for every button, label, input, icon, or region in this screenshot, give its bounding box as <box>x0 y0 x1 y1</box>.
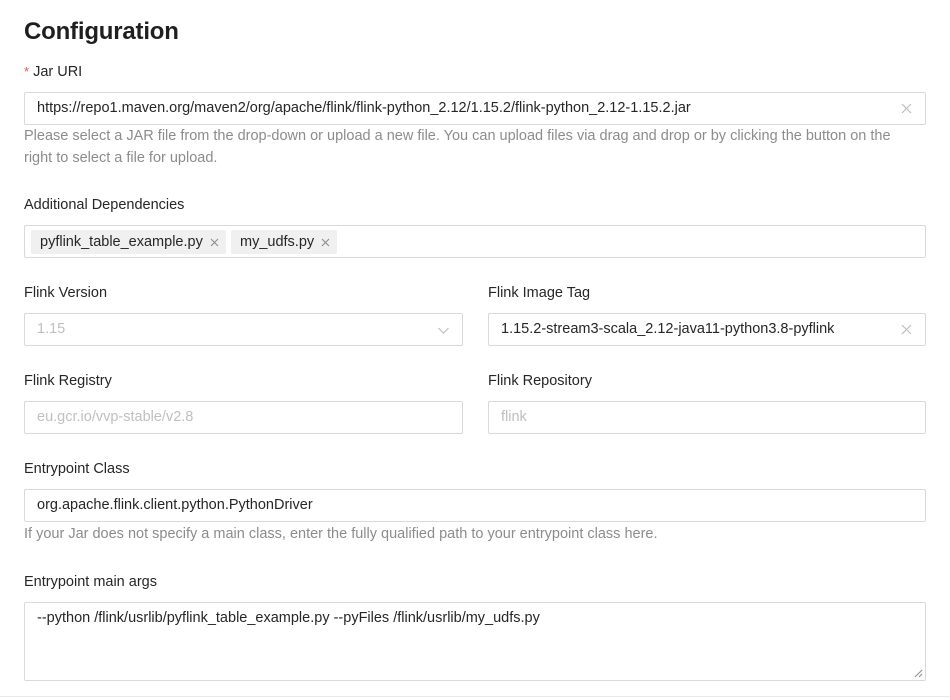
flink-registry-label: Flink Registry <box>24 373 112 389</box>
jar-uri-help: Please select a JAR file from the drop-d… <box>24 125 934 169</box>
jar-uri-select[interactable]: https://repo1.maven.org/maven2/org/apach… <box>24 92 926 125</box>
flink-image-tag-select[interactable]: 1.15.2-stream3-scala_2.12-java11-python3… <box>488 313 926 346</box>
entrypoint-class-input[interactable]: org.apache.flink.client.python.PythonDri… <box>24 489 926 522</box>
entrypoint-class-value: org.apache.flink.client.python.PythonDri… <box>37 497 313 513</box>
jar-uri-label-text: Jar URI <box>33 64 82 80</box>
close-icon[interactable] <box>900 102 913 115</box>
flink-version-value: 1.15 <box>37 321 65 337</box>
additional-dependencies-label: Additional Dependencies <box>24 197 184 213</box>
flink-repository-placeholder: flink <box>501 409 527 425</box>
entrypoint-main-args-textarea[interactable]: --python /flink/usrlib/pyflink_table_exa… <box>24 602 926 681</box>
page-title: Configuration <box>24 18 179 46</box>
jar-uri-value: https://repo1.maven.org/maven2/org/apach… <box>37 100 691 116</box>
additional-dependencies-select[interactable]: pyflink_table_example.py my_udfs.py <box>24 225 926 258</box>
flink-registry-input[interactable]: eu.gcr.io/vvp-stable/v2.8 <box>24 401 463 434</box>
jar-uri-help-line-2: right to select a file for upload. <box>24 147 934 169</box>
flink-repository-label: Flink Repository <box>488 373 592 389</box>
required-mark: * <box>24 64 29 79</box>
divider <box>0 696 950 697</box>
entrypoint-class-label: Entrypoint Class <box>24 461 130 477</box>
flink-image-tag-label: Flink Image Tag <box>488 285 590 301</box>
dependency-tag: pyflink_table_example.py <box>31 230 226 254</box>
flink-image-tag-value: 1.15.2-stream3-scala_2.12-java11-python3… <box>501 321 834 337</box>
dependency-tag: my_udfs.py <box>231 230 337 254</box>
jar-uri-label: * Jar URI <box>24 64 82 80</box>
flink-repository-input[interactable]: flink <box>488 401 926 434</box>
entrypoint-main-args-value: --python /flink/usrlib/pyflink_table_exa… <box>37 610 540 626</box>
jar-uri-help-line-1: Please select a JAR file from the drop-d… <box>24 125 934 147</box>
flink-version-label: Flink Version <box>24 285 107 301</box>
flink-version-select[interactable]: 1.15 <box>24 313 463 346</box>
flink-registry-placeholder: eu.gcr.io/vvp-stable/v2.8 <box>37 409 193 425</box>
resize-handle-icon[interactable] <box>914 669 923 678</box>
dependency-tag-label: pyflink_table_example.py <box>40 234 203 250</box>
chevron-down-icon <box>437 324 450 337</box>
entrypoint-class-help: If your Jar does not specify a main clas… <box>24 523 658 545</box>
close-icon[interactable] <box>321 238 330 247</box>
entrypoint-main-args-label: Entrypoint main args <box>24 574 157 590</box>
dependency-tag-label: my_udfs.py <box>240 234 314 250</box>
close-icon[interactable] <box>210 238 219 247</box>
close-icon[interactable] <box>900 323 913 336</box>
